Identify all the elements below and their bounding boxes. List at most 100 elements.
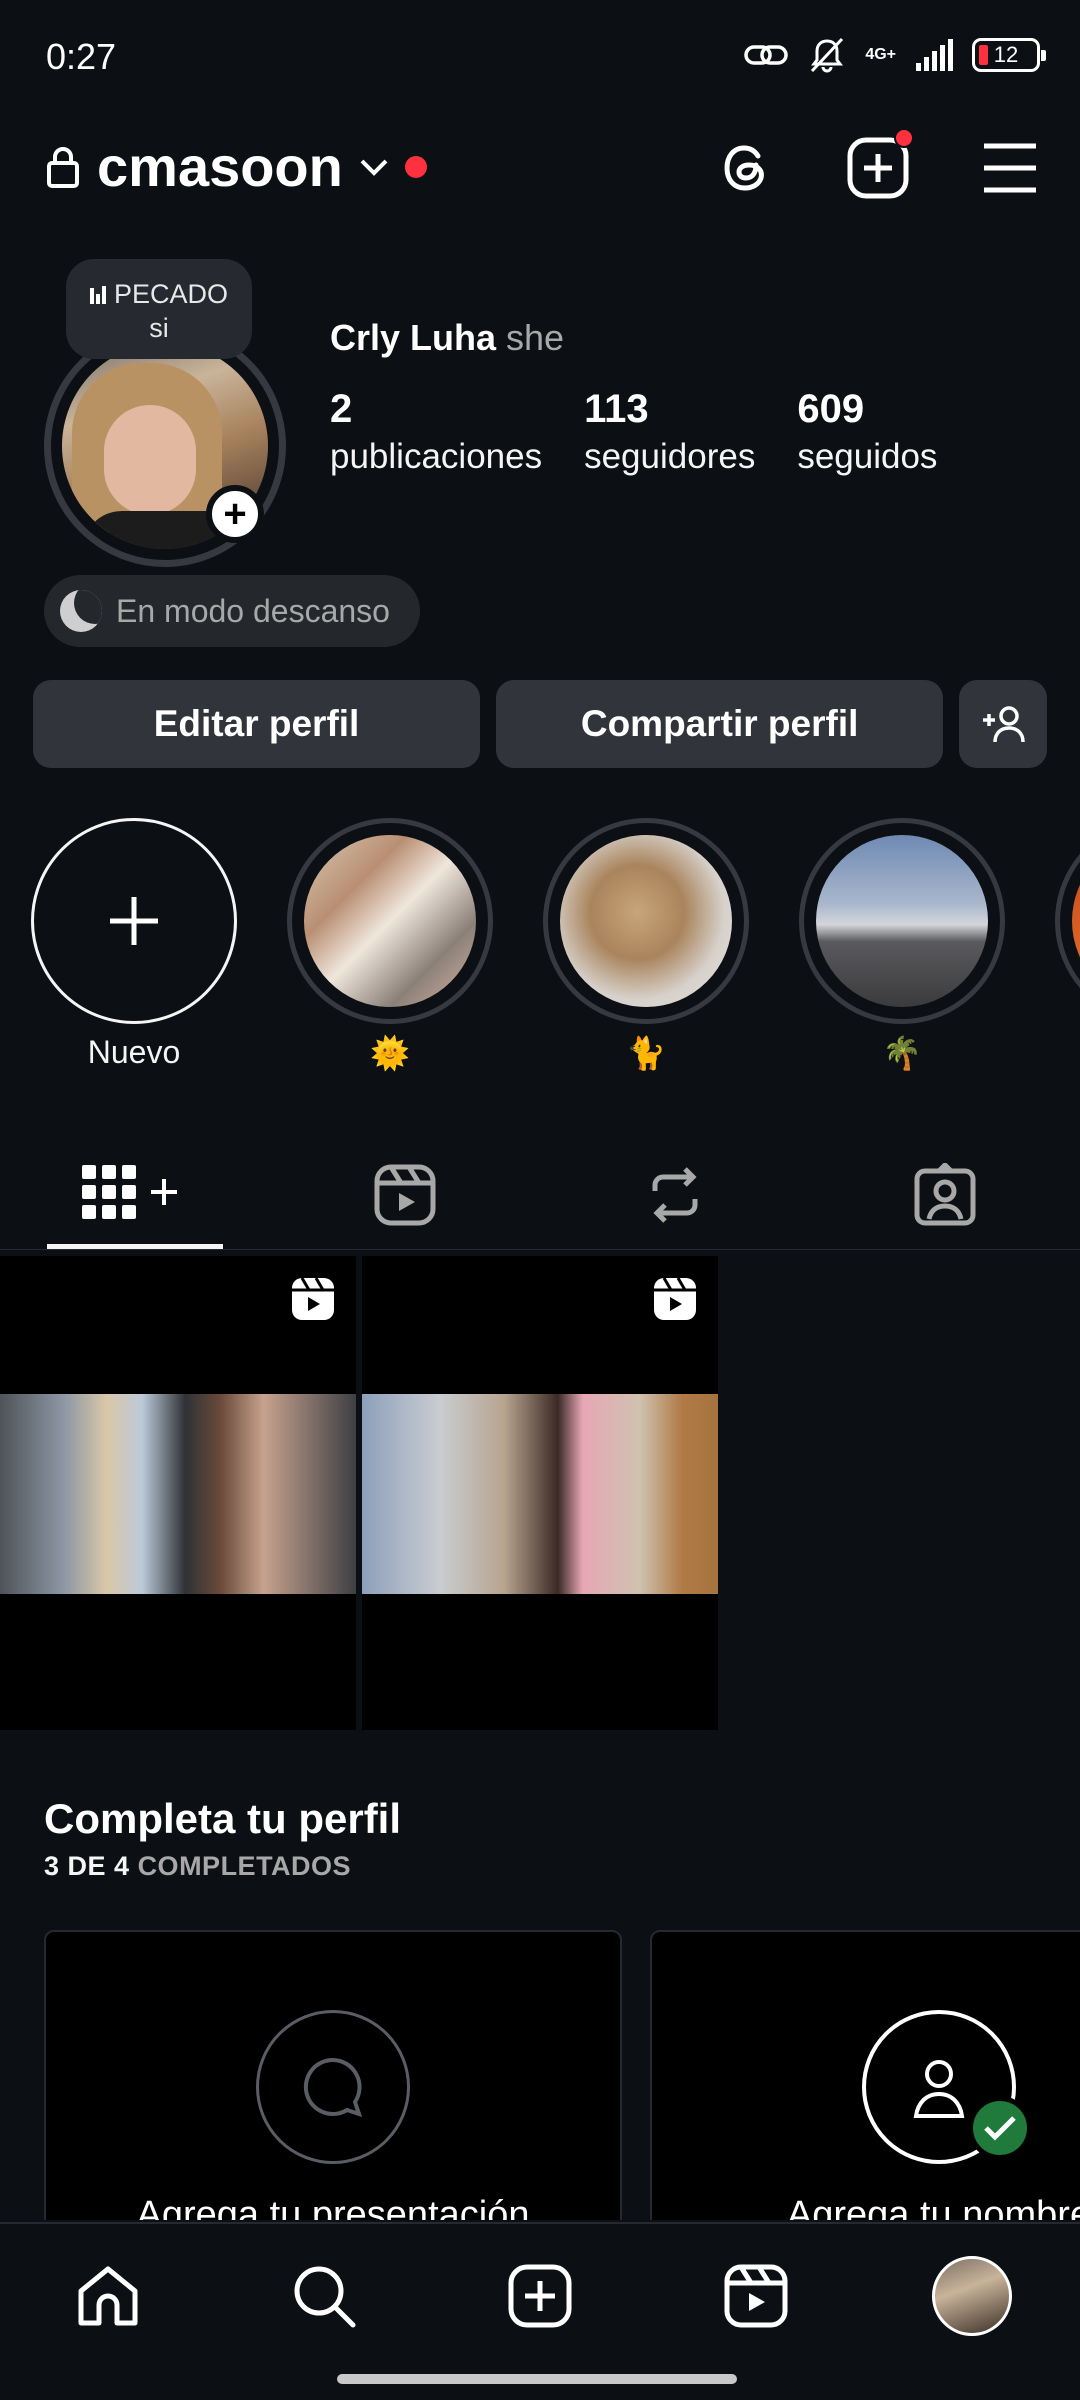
pronouns: she [506,317,565,358]
share-profile-button[interactable]: Compartir perfil [496,680,944,768]
add-story-button[interactable]: + [206,485,264,543]
menu-icon[interactable] [976,134,1044,202]
profile-note[interactable]: PECADO si [66,259,252,359]
highlight-label: 🌴 [882,1035,922,1071]
profile-stats: 2 publicaciones 113 seguidores 609 segui… [330,385,937,481]
stat-label: seguidos [797,437,938,476]
threads-icon[interactable] [712,134,780,202]
profile-header: cmasoon [0,120,1080,220]
highlight-new[interactable]: Nuevo [31,818,237,1074]
note-line-2: si [149,313,169,343]
username: cmasoon [97,135,343,198]
account-switcher[interactable]: cmasoon [45,134,427,199]
full-name: Crly Luha she [330,317,564,359]
new-post-notification-dot [894,128,914,148]
nav-home[interactable] [72,2260,144,2332]
link-icon [743,40,789,70]
add-person-icon [979,704,1027,744]
tab-reels[interactable] [270,1140,540,1250]
reels-icon [723,2263,789,2329]
highlight-ring [31,818,237,1024]
rest-mode-badge[interactable]: En modo descanso [44,575,420,647]
post-thumbnail[interactable] [0,1256,356,1730]
tagged-icon [913,1163,977,1227]
post-thumbnail[interactable] [362,1256,718,1730]
highlight-item-partial[interactable] [1055,818,1080,1024]
check-icon [968,2096,1032,2160]
highlight-cover [304,835,476,1007]
bio-card[interactable]: Agrega tu presentación [44,1930,622,2220]
stat-followers[interactable]: 113 seguidores [584,385,755,481]
nav-create[interactable] [504,2260,576,2332]
create-icon [507,2263,573,2329]
stat-label: publicaciones [330,437,543,476]
story-highlights: Nuevo 🌞 🐈 🌴 [0,818,1080,1078]
gesture-bar [337,2374,737,2384]
reels-icon [373,1163,437,1227]
stat-following[interactable]: 609 seguidos [797,385,937,481]
stat-value: 2 [330,387,353,431]
status-icons: 4G+ 12 [743,30,1046,80]
bio-circle [256,2010,410,2164]
tab-posts[interactable] [0,1140,270,1250]
nav-reels[interactable] [720,2260,792,2332]
stat-value: 609 [797,387,865,431]
complete-profile-section: Completa tu perfil 3 DE 4 COMPLETADOS [44,1795,401,1882]
highlight-cover [1072,835,1080,1007]
posts-grid [0,1256,720,1730]
highlight-item[interactable]: 🌞 [287,818,493,1074]
highlight-ring [799,818,1005,1024]
lock-icon [45,145,81,189]
notification-dot [404,155,427,178]
person-icon [904,2052,974,2122]
highlight-ring [287,818,493,1024]
highlight-label: Nuevo [87,1034,181,1070]
nav-search[interactable] [288,2260,360,2332]
new-post-icon[interactable] [844,128,914,202]
highlight-item[interactable]: 🐈 [543,818,749,1074]
grid-icon [80,1163,190,1227]
rest-mode-label: En modo descanso [116,592,390,629]
edit-profile-button[interactable]: Editar perfil [33,680,481,768]
stat-posts[interactable]: 2 publicaciones [330,385,542,481]
status-time: 0:27 [46,36,117,77]
display-name: Crly Luha [330,317,497,358]
nav-profile[interactable] [932,2256,1012,2336]
complete-profile-progress: 3 DE 4 COMPLETADOS [44,1851,401,1882]
stat-value: 113 [584,387,649,431]
discover-people-button[interactable] [959,680,1048,768]
highlight-item[interactable]: 🌴 [799,818,1005,1074]
tab-tagged[interactable] [810,1140,1080,1250]
home-icon [75,2263,141,2329]
bottom-navigation [0,2222,1080,2400]
plus-icon [106,893,162,949]
network-type: 4G+ [865,46,896,63]
note-line-1: PECADO [113,279,229,309]
battery-icon: 12 [972,38,1046,72]
chevron-down-icon [359,157,389,177]
reel-badge-icon [290,1276,336,1322]
tab-reposts[interactable] [540,1140,810,1250]
active-tab-indicator [47,1244,223,1249]
reposts-icon [643,1163,707,1227]
avatar-face [104,405,196,515]
post-image [362,1394,718,1594]
complete-profile-title: Completa tu perfil [44,1795,402,1842]
moon-icon [60,590,102,632]
progress-label: COMPLETADOS [137,1851,352,1881]
name-card-label: Agrega tu nombre [786,2194,1080,2220]
profile-section: PECADO si + Crly Luha she 2 publicaciones… [0,255,1080,675]
status-bar: 0:27 4G+ 12 [0,0,1080,110]
highlight-ring [543,818,749,1024]
highlight-label: 🐈 [626,1035,666,1071]
search-icon [291,2263,357,2329]
complete-profile-cards: Agrega tu presentación Agrega tu nombre [44,1930,1080,2220]
reel-badge-icon [652,1276,698,1322]
progress-count: 3 DE 4 [44,1851,130,1881]
name-card[interactable]: Agrega tu nombre [650,1930,1080,2220]
profile-actions: Editar perfil Compartir perfil [33,680,1048,768]
header-actions [712,128,1044,202]
mute-bell-icon [807,35,847,75]
signal-icon [914,39,954,71]
highlight-cover [560,835,732,1007]
